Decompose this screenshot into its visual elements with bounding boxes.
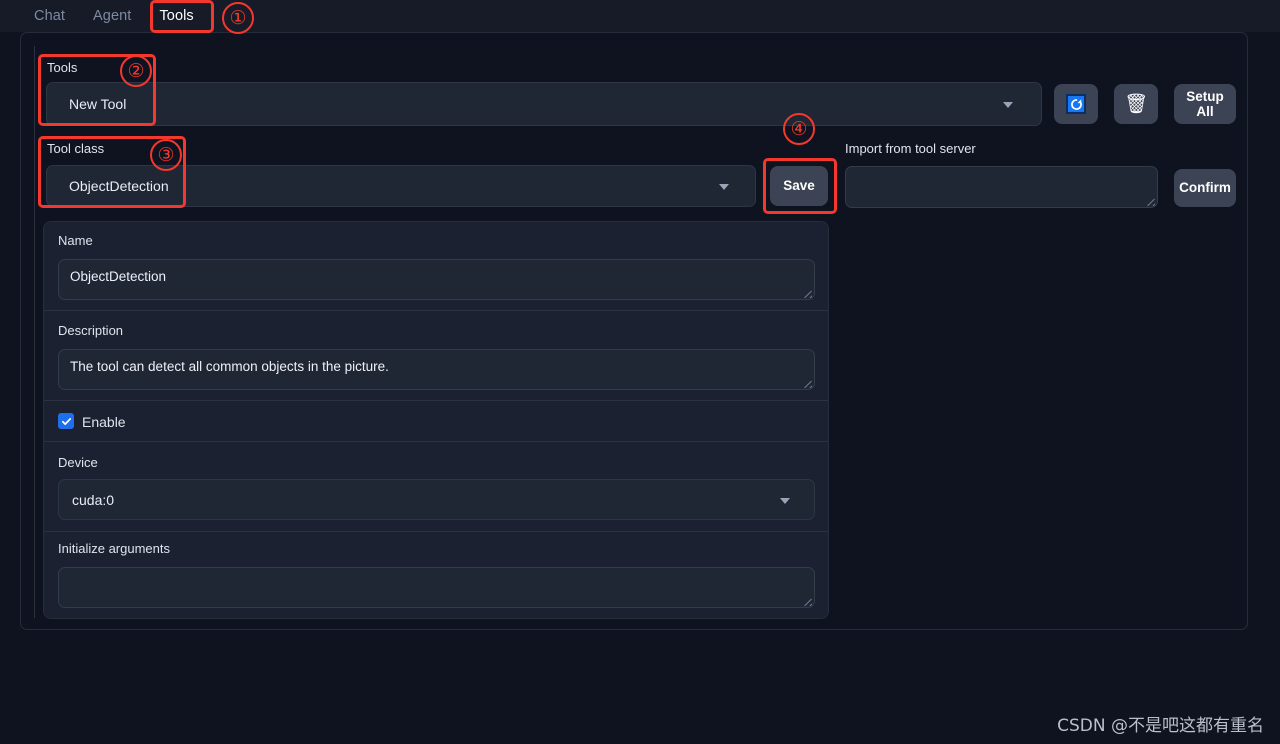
tab-agent[interactable]: Agent xyxy=(79,0,145,32)
description-label: Description xyxy=(58,323,124,338)
resize-handle-icon[interactable] xyxy=(1144,195,1155,206)
form-divider xyxy=(44,441,828,442)
name-input[interactable]: ObjectDetection xyxy=(58,259,815,300)
init-args-label: Initialize arguments xyxy=(58,541,170,556)
init-args-input[interactable] xyxy=(58,567,815,608)
watermark: CSDN @不是吧这都有重名 xyxy=(1057,716,1264,736)
description-input[interactable]: The tool can detect all common objects i… xyxy=(58,349,815,390)
device-select[interactable]: cuda:0 xyxy=(58,479,815,520)
chevron-down-icon xyxy=(1003,102,1013,108)
tool-select[interactable]: New Tool xyxy=(46,82,1042,126)
enable-checkbox[interactable] xyxy=(58,413,74,429)
form-divider xyxy=(44,310,828,311)
import-textarea[interactable] xyxy=(845,166,1158,208)
tool-class-select-value: ObjectDetection xyxy=(69,178,169,194)
tab-bar: Chat Agent Tools xyxy=(0,0,1280,32)
name-input-value: ObjectDetection xyxy=(70,269,167,284)
resize-handle-icon[interactable] xyxy=(801,595,812,606)
save-button[interactable]: Save xyxy=(770,166,828,206)
device-label: Device xyxy=(58,455,98,470)
tab-chat[interactable]: Chat xyxy=(20,0,79,32)
tool-class-label: Tool class xyxy=(47,141,105,156)
confirm-button[interactable]: Confirm xyxy=(1174,169,1236,207)
form-divider xyxy=(44,400,828,401)
tools-label: Tools xyxy=(47,60,78,75)
setup-all-line-2: All xyxy=(1196,104,1214,119)
trash-icon: 🗑 xyxy=(1123,93,1149,115)
form-divider xyxy=(44,531,828,532)
description-input-value: The tool can detect all common objects i… xyxy=(70,359,389,374)
check-icon xyxy=(61,417,71,425)
resize-handle-icon[interactable] xyxy=(801,377,812,388)
chevron-down-icon xyxy=(780,498,790,504)
resize-handle-icon[interactable] xyxy=(801,287,812,298)
tool-class-select[interactable]: ObjectDetection xyxy=(46,165,756,207)
import-label: Import from tool server xyxy=(845,141,976,156)
tool-select-value: New Tool xyxy=(69,96,127,112)
refresh-icon xyxy=(1066,94,1086,114)
enable-label: Enable xyxy=(82,414,126,430)
device-select-value: cuda:0 xyxy=(72,491,115,508)
refresh-button[interactable] xyxy=(1054,84,1098,124)
setup-all-button[interactable]: Setup All xyxy=(1174,84,1236,124)
name-label: Name xyxy=(58,233,93,248)
tab-tools[interactable]: Tools xyxy=(145,0,207,32)
setup-all-line-1: Setup xyxy=(1186,88,1224,104)
delete-button[interactable]: 🗑 xyxy=(1114,84,1158,124)
chevron-down-icon xyxy=(719,184,729,190)
